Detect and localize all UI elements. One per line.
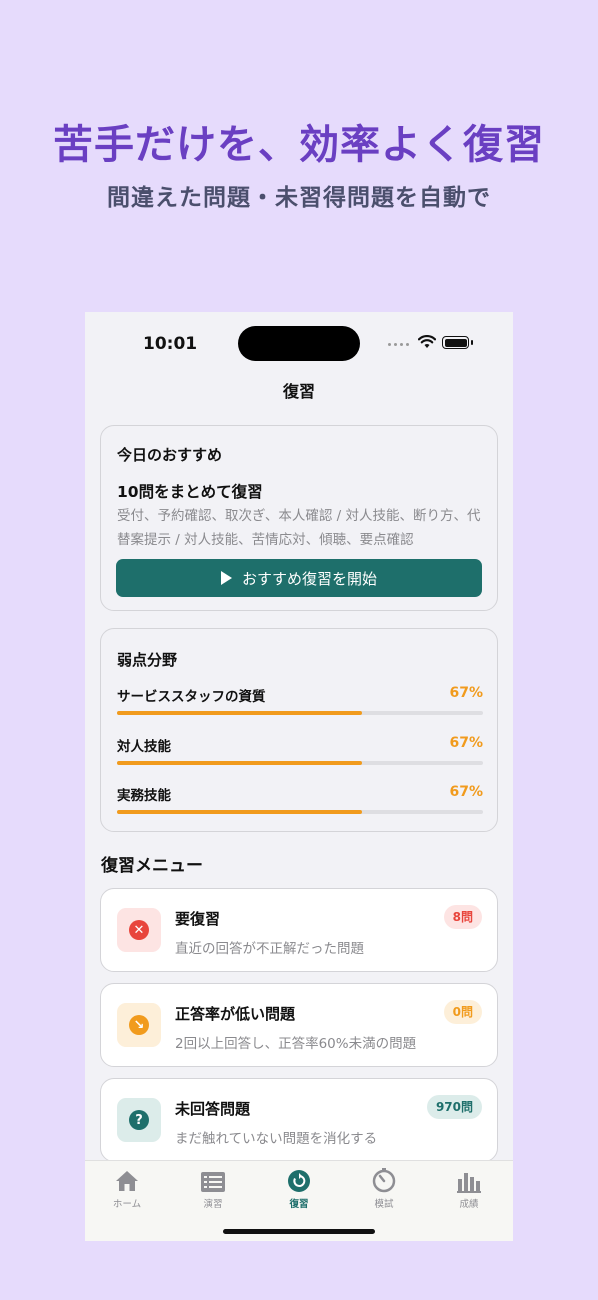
menu-item-title: 未回答問題 (175, 1100, 251, 1118)
weak-area-item[interactable]: 対人技能 67% (117, 735, 483, 771)
menu-item-title: 正答率が低い問題 (175, 1005, 296, 1023)
promo-subhead: 間違えた問題・未習得問題を自動で (107, 185, 491, 211)
status-icons (388, 335, 478, 351)
menu-item-description: 直近の回答が不正解だった問題 (175, 941, 364, 957)
nav-title: 復習 (282, 382, 315, 401)
weak-area-label: 対人技能 (117, 739, 171, 755)
count-badge: 8問 (443, 905, 482, 929)
tab-label: 復習 (289, 1199, 309, 1210)
menu-icon-box: ✕ (117, 908, 161, 952)
tab-home[interactable]: ホーム (87, 1167, 167, 1210)
progress-track (117, 761, 483, 765)
weak-areas-title: 弱点分野 (117, 651, 178, 669)
menu-item-description: 2回以上回答し、正答率60%未満の問題 (175, 1036, 417, 1052)
timer-icon (372, 1168, 396, 1193)
battery-icon (442, 336, 469, 349)
count-badge: 970問 (426, 1095, 482, 1119)
weak-area-percent: 67% (449, 784, 483, 800)
progress-fill (117, 711, 363, 715)
weak-areas-card: 弱点分野 サービススタッフの資質 67% 対人技能 67% 実務技能 67% (100, 628, 498, 832)
status-time: 10:01 (143, 334, 198, 354)
chart-down-icon: ↘ (129, 1015, 149, 1035)
review-menu-item-unanswered[interactable]: ? 未回答問題 まだ触れていない問題を消化する 970問 (100, 1078, 498, 1162)
weak-area-percent: 67% (449, 735, 483, 751)
tab-label: 演習 (203, 1199, 223, 1210)
tab-practice[interactable]: 演習 (173, 1167, 253, 1210)
battery-tip (471, 340, 473, 345)
recommendation-title: 今日のおすすめ (117, 446, 223, 464)
tab-bar: ホーム 演習 復習 模試 成績 (85, 1160, 513, 1241)
bar-chart-icon (457, 1173, 481, 1193)
weak-area-item[interactable]: サービススタッフの資質 67% (117, 685, 483, 721)
play-icon (220, 571, 232, 585)
weak-area-item[interactable]: 実務技能 67% (117, 784, 483, 820)
menu-icon-box: ? (117, 1098, 161, 1142)
tab-label: ホーム (112, 1199, 142, 1210)
home-indicator (223, 1229, 375, 1234)
phone-screen: 10:01 復習 今日のおすすめ 10問をまとめて復習 受付、予約確認、取次ぎ、… (85, 312, 513, 1241)
home-icon (116, 1171, 138, 1191)
recommendation-description: 受付、予約確認、取次ぎ、本人確認 / 対人技能、断り方、代替案提示 / 対人技能… (117, 508, 481, 548)
start-recommended-review-button[interactable]: おすすめ復習を開始 (116, 559, 482, 597)
review-menu-item-incorrect[interactable]: ✕ 要復習 直近の回答が不正解だった問題 8問 (100, 888, 498, 972)
start-button-label: おすすめ復習を開始 (241, 569, 377, 588)
menu-item-title: 要復習 (175, 910, 221, 928)
wifi-icon (418, 335, 436, 348)
recommendation-card: 今日のおすすめ 10問をまとめて復習 受付、予約確認、取次ぎ、本人確認 / 対人… (100, 425, 498, 611)
tab-review[interactable]: 復習 (259, 1167, 339, 1210)
review-icon (288, 1170, 310, 1192)
list-icon (201, 1172, 225, 1192)
weak-area-label: サービススタッフの資質 (117, 689, 266, 705)
progress-track (117, 810, 483, 814)
menu-icon-box: ↘ (117, 1003, 161, 1047)
review-menu-item-low-accuracy[interactable]: ↘ 正答率が低い問題 2回以上回答し、正答率60%未満の問題 0問 (100, 983, 498, 1067)
progress-fill (117, 810, 363, 814)
dynamic-island (238, 326, 360, 361)
question-circle-icon: ? (129, 1110, 149, 1130)
tab-mock-exam[interactable]: 模試 (344, 1167, 424, 1210)
tab-label: 模試 (374, 1199, 394, 1210)
signal-icon (388, 343, 409, 346)
review-menu-title: 復習メニュー (101, 856, 203, 876)
tab-label: 成績 (459, 1199, 479, 1210)
weak-area-percent: 67% (449, 685, 483, 701)
x-circle-icon: ✕ (129, 920, 149, 940)
recommendation-heading: 10問をまとめて復習 (117, 483, 263, 501)
progress-track (117, 711, 483, 715)
promo-headline: 苦手だけを、効率よく復習 (53, 122, 545, 168)
weak-area-label: 実務技能 (117, 788, 171, 804)
tab-results[interactable]: 成績 (429, 1167, 509, 1210)
count-badge: 0問 (443, 1000, 482, 1024)
progress-fill (117, 761, 363, 765)
menu-item-description: まだ触れていない問題を消化する (175, 1131, 378, 1147)
